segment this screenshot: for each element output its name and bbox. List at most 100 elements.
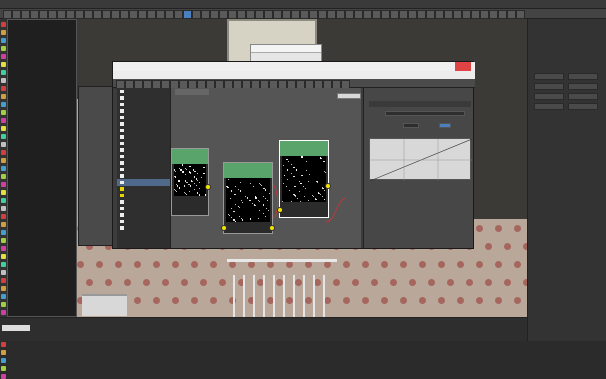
tool-icon[interactable]: [1, 126, 6, 131]
tool-icon[interactable]: [1, 166, 6, 171]
toolbar-button[interactable]: [237, 10, 246, 19]
command-panel[interactable]: [527, 19, 606, 341]
script-listener[interactable]: [2, 325, 30, 331]
toolbar-button[interactable]: [39, 10, 48, 19]
output-port[interactable]: [205, 184, 211, 190]
toolbar-button[interactable]: [192, 10, 201, 19]
offset-spinner[interactable]: [403, 123, 419, 128]
toolbar-button[interactable]: [57, 10, 66, 19]
command-panel-button[interactable]: [568, 103, 598, 110]
command-panel-button[interactable]: [534, 73, 564, 80]
toolbar-button[interactable]: [174, 10, 183, 19]
tool-icon[interactable]: [1, 86, 6, 91]
close-button[interactable]: [455, 62, 471, 71]
tool-icon[interactable]: [1, 294, 6, 299]
tool-icon[interactable]: [1, 22, 6, 27]
tool-icon[interactable]: [1, 214, 6, 219]
command-panel-button[interactable]: [534, 93, 564, 100]
toolbar-button[interactable]: [255, 10, 264, 19]
toolbar-button[interactable]: [372, 10, 381, 19]
toolbar-button[interactable]: [48, 10, 57, 19]
toolbar-button[interactable]: [120, 10, 129, 19]
toolbar-button[interactable]: [399, 10, 408, 19]
material-list[interactable]: [117, 88, 171, 248]
toolbar-button[interactable]: [435, 10, 444, 19]
material-list-item[interactable]: [117, 225, 170, 232]
tool-icon[interactable]: [1, 46, 6, 51]
tool-icon[interactable]: [1, 238, 6, 243]
toolbar-button[interactable]: [12, 10, 21, 19]
tool-icon[interactable]: [1, 254, 6, 259]
toolbar-button[interactable]: [336, 10, 345, 19]
command-panel-button[interactable]: [568, 73, 598, 80]
toolbar-button[interactable]: [426, 10, 435, 19]
texture-node[interactable]: [279, 140, 329, 218]
input-port[interactable]: [277, 207, 283, 213]
curve-graph[interactable]: [369, 138, 471, 180]
tool-icon[interactable]: [1, 182, 6, 187]
tool-icon[interactable]: [1, 94, 6, 99]
toolbar-button[interactable]: [390, 10, 399, 19]
toolbar-button[interactable]: [480, 10, 489, 19]
tool-icon[interactable]: [1, 230, 6, 235]
tool-icon[interactable]: [1, 102, 6, 107]
toolbar-button[interactable]: [300, 10, 309, 19]
toolbar-button[interactable]: [111, 10, 120, 19]
toolbar-button[interactable]: [453, 10, 462, 19]
toolbar-button[interactable]: [264, 10, 273, 19]
toolbar-button[interactable]: [129, 10, 138, 19]
toolbar-button[interactable]: [3, 10, 12, 19]
toolbar-button[interactable]: [507, 10, 516, 19]
toolbar-button[interactable]: [228, 10, 237, 19]
tool-icon[interactable]: [1, 342, 6, 347]
tool-icon[interactable]: [1, 134, 6, 139]
toolbar-button[interactable]: [309, 10, 318, 19]
tool-icon[interactable]: [1, 38, 6, 43]
view-tab[interactable]: [175, 89, 209, 95]
toolbar-button[interactable]: [156, 10, 165, 19]
toolbar-button[interactable]: [210, 10, 219, 19]
input-port[interactable]: [221, 225, 227, 231]
toolbar-button[interactable]: [417, 10, 426, 19]
tool-icon[interactable]: [1, 358, 6, 363]
toolbar-button[interactable]: [354, 10, 363, 19]
parameters-rollout[interactable]: [369, 101, 471, 107]
tool-icon[interactable]: [1, 374, 6, 379]
tool-icon[interactable]: [1, 302, 6, 307]
tool-icon[interactable]: [1, 262, 6, 267]
toolbar-button[interactable]: [489, 10, 498, 19]
toolbar-button[interactable]: [345, 10, 354, 19]
tool-icon[interactable]: [1, 278, 6, 283]
toolbar-button[interactable]: [327, 10, 336, 19]
tool-icon[interactable]: [1, 150, 6, 155]
toolbar-button[interactable]: [516, 10, 525, 19]
toolbar-button[interactable]: [75, 10, 84, 19]
toolbar-button[interactable]: [165, 10, 174, 19]
tool-icon[interactable]: [1, 198, 6, 203]
toolbar-button[interactable]: [462, 10, 471, 19]
input-map-field[interactable]: [385, 111, 465, 116]
tool-icon[interactable]: [1, 206, 6, 211]
toolbar-button[interactable]: [147, 10, 156, 19]
tool-icon[interactable]: [1, 142, 6, 147]
tool-icon[interactable]: [1, 366, 6, 371]
tool-icon[interactable]: [1, 174, 6, 179]
left-viewport[interactable]: [7, 19, 77, 317]
output-port[interactable]: [269, 225, 275, 231]
toolbar-button[interactable]: [246, 10, 255, 19]
toolbar-button[interactable]: [102, 10, 111, 19]
limit-spinner[interactable]: [439, 123, 451, 128]
slate-material-editor[interactable]: [112, 61, 474, 249]
tool-icon[interactable]: [1, 246, 6, 251]
tool-icon[interactable]: [1, 190, 6, 195]
tool-icon[interactable]: [1, 30, 6, 35]
toolbar-button[interactable]: [21, 10, 30, 19]
toolbar-button[interactable]: [84, 10, 93, 19]
toolbar-button[interactable]: [138, 10, 147, 19]
toolbar-button[interactable]: [30, 10, 39, 19]
toolbar-button[interactable]: [444, 10, 453, 19]
output-port[interactable]: [325, 183, 331, 189]
command-panel-button[interactable]: [568, 83, 598, 90]
toolbar-button[interactable]: [498, 10, 507, 19]
node-collapsed[interactable]: [337, 93, 361, 99]
